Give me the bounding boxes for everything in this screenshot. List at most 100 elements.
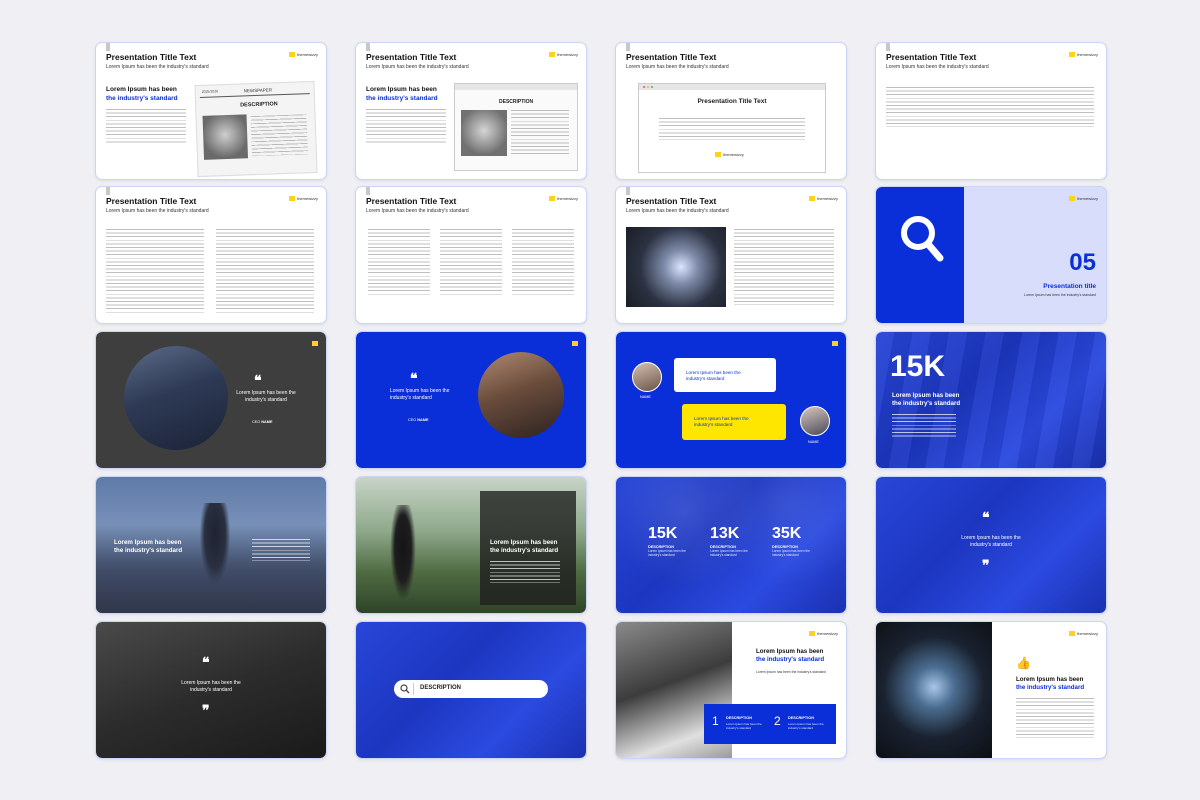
headline-line: the industry's standard xyxy=(490,547,559,554)
headline-blue: the industry's standard xyxy=(1016,684,1085,691)
body-text xyxy=(886,87,1094,127)
logo: themewizzy xyxy=(289,52,318,57)
big-stat: 15K xyxy=(890,350,946,383)
logo-icon xyxy=(289,196,296,201)
quote-open-icon: ❝ xyxy=(982,510,990,526)
body-text-column xyxy=(216,229,314,315)
logo-text: themewizzy xyxy=(817,196,838,201)
slide-thumbnail[interactable]: Lorem Ipsum has been the industry's stan… xyxy=(95,476,327,614)
slide-subtitle: Lorem Ipsum has been the industry's stan… xyxy=(626,208,729,214)
headline-blue: the industry's standard xyxy=(756,656,825,663)
slide-thumbnail[interactable]: themewizzy Lorem Ipsum has been the indu… xyxy=(615,621,847,759)
logo: themewizzy xyxy=(715,152,744,157)
inner-title: Presentation Title Text xyxy=(697,98,767,105)
quote-text: Lorem Ipsum has been the industry's stan… xyxy=(181,680,241,693)
slide-thumbnail[interactable]: Presentation Title Text Lorem Ipsum has … xyxy=(615,186,847,324)
avatar-name: NAME xyxy=(640,395,651,399)
slide-thumbnail[interactable]: ❝ Lorem Ipsum has been the industry's st… xyxy=(95,331,327,469)
globe-photo xyxy=(876,622,992,758)
browser-heading: DESCRIPTION xyxy=(499,99,534,105)
slide-thumbnail[interactable]: Presentation Title Text Lorem Ipsum has … xyxy=(875,42,1107,180)
logo-icon xyxy=(572,341,578,346)
headline-line: Lorem Ipsum has been xyxy=(114,539,182,546)
slide-thumbnail[interactable]: Presentation Title Text Lorem Ipsum has … xyxy=(95,42,327,180)
accent-bar xyxy=(366,187,370,195)
browser-text xyxy=(511,110,569,154)
stat-value: 35K xyxy=(772,525,802,542)
section-desc: Lorem Ipsum has been the industry's stan… xyxy=(1024,293,1096,297)
slide-thumbnail[interactable]: themewizzy 05 Presentation title Lorem I… xyxy=(875,186,1107,324)
slide-subtitle: Lorem Ipsum has been the industry's stan… xyxy=(626,64,729,70)
headline-line: the industry's standard xyxy=(114,547,183,554)
headline-black: Lorem Ipsum has been xyxy=(366,86,437,93)
logo-text: themewizzy xyxy=(297,52,318,57)
newspaper-text xyxy=(250,114,308,157)
logo xyxy=(572,341,578,346)
ceo-photo xyxy=(478,352,564,438)
headline: Lorem Ipsum has been the industry's stan… xyxy=(756,648,824,664)
logo-icon xyxy=(715,152,721,157)
avatar xyxy=(800,406,830,436)
slide-thumbnail[interactable]: 15K DESCRIPTION Lorem Ipsum has been the… xyxy=(615,476,847,614)
stat-item: 15K DESCRIPTION Lorem Ipsum has been the… xyxy=(648,525,698,557)
search-icon xyxy=(901,216,944,262)
logo: themewizzy xyxy=(809,631,838,636)
steps-panel: 1 DESCRIPTION Lorem Ipsum has been the i… xyxy=(704,704,836,744)
quote-close-icon: ❞ xyxy=(202,703,210,719)
hiker-figure xyxy=(200,503,230,583)
slide-title: Presentation Title Text xyxy=(366,196,457,206)
slide-thumbnail[interactable]: NAME Lorem Ipsum has been the industry's… xyxy=(615,331,847,469)
slide-thumbnail[interactable]: DESCRIPTION xyxy=(355,621,587,759)
logo-text: themewizzy xyxy=(297,196,318,201)
step-text: Lorem Ipsum has been the industry's stan… xyxy=(788,722,824,730)
slide-title: Presentation Title Text xyxy=(626,196,717,206)
slide-subtitle: Lorem Ipsum has been the industry's stan… xyxy=(366,64,469,70)
logo: themewizzy xyxy=(1069,196,1098,201)
logo-text: themewizzy xyxy=(1077,52,1098,57)
logo: themewizzy xyxy=(289,196,318,201)
step-label: DESCRIPTION xyxy=(726,716,752,720)
logo-icon xyxy=(549,52,556,57)
slide-thumbnail[interactable]: ❝ Lorem Ipsum has been the industry's st… xyxy=(875,476,1107,614)
quote-text: Lorem Ipsum has been the industry's stan… xyxy=(961,535,1021,548)
slide-thumbnail[interactable]: themewizzy 👍 Lorem Ipsum has been the in… xyxy=(875,621,1107,759)
logo-icon xyxy=(312,341,318,346)
slide-thumbnail[interactable]: Presentation Title Text Lorem Ipsum has … xyxy=(355,186,587,324)
ceo-label: CEO NAME xyxy=(252,420,273,424)
step-text: Lorem Ipsum has been the industry's stan… xyxy=(726,722,762,730)
headline: Lorem Ipsum has been the industry's stan… xyxy=(366,85,438,103)
logo-icon xyxy=(1069,196,1076,201)
quote-text: Lorem Ipsum has been the industry's stan… xyxy=(390,388,450,401)
body-text xyxy=(252,539,310,561)
slide-title: Presentation Title Text xyxy=(106,196,197,206)
headline-line: Lorem Ipsum has been xyxy=(892,392,960,399)
stat-value: 13K xyxy=(710,525,740,542)
avatar-name: NAME xyxy=(808,440,819,444)
stat-item: 35K DESCRIPTION Lorem Ipsum has been the… xyxy=(772,525,822,557)
headline-desc: Lorem Ipsum has been the industry's stan… xyxy=(756,670,826,674)
slide-thumbnail[interactable]: Lorem Ipsum has been the industry's stan… xyxy=(355,476,587,614)
quote-open-icon: ❝ xyxy=(202,655,210,671)
slide-thumbnail[interactable]: ❝ Lorem Ipsum has been the industry's st… xyxy=(355,331,587,469)
slide-title: Presentation Title Text xyxy=(106,52,197,62)
search-label: DESCRIPTION xyxy=(420,685,462,691)
ceo-label: CEO NAME xyxy=(408,418,429,422)
slide-thumbnail[interactable]: 15K Lorem Ipsum has been the industry's … xyxy=(875,331,1107,469)
body-text-column xyxy=(512,229,574,295)
accent-bar xyxy=(106,187,110,195)
body-text-column xyxy=(440,229,502,295)
slide-thumbnail[interactable]: Presentation Title Text Lorem Ipsum has … xyxy=(615,42,847,180)
logo: themewizzy xyxy=(809,196,838,201)
search-bar[interactable]: DESCRIPTION xyxy=(394,680,548,698)
inner-text xyxy=(659,118,805,140)
section-number: 05 xyxy=(1069,249,1096,276)
logo-icon xyxy=(809,631,816,636)
slide-thumbnail[interactable]: Presentation Title Text Lorem Ipsum has … xyxy=(95,186,327,324)
slide-subtitle: Lorem Ipsum has been the industry's stan… xyxy=(106,208,209,214)
plant-image xyxy=(202,114,249,160)
logo-text: themewizzy xyxy=(1077,631,1098,636)
stat-item: 13K DESCRIPTION Lorem Ipsum has been the… xyxy=(710,525,760,557)
quote-icon: ❝ xyxy=(410,371,418,387)
slide-thumbnail[interactable]: ❝ Lorem Ipsum has been the industry's st… xyxy=(95,621,327,759)
slide-thumbnail[interactable]: Presentation Title Text Lorem Ipsum has … xyxy=(355,42,587,180)
